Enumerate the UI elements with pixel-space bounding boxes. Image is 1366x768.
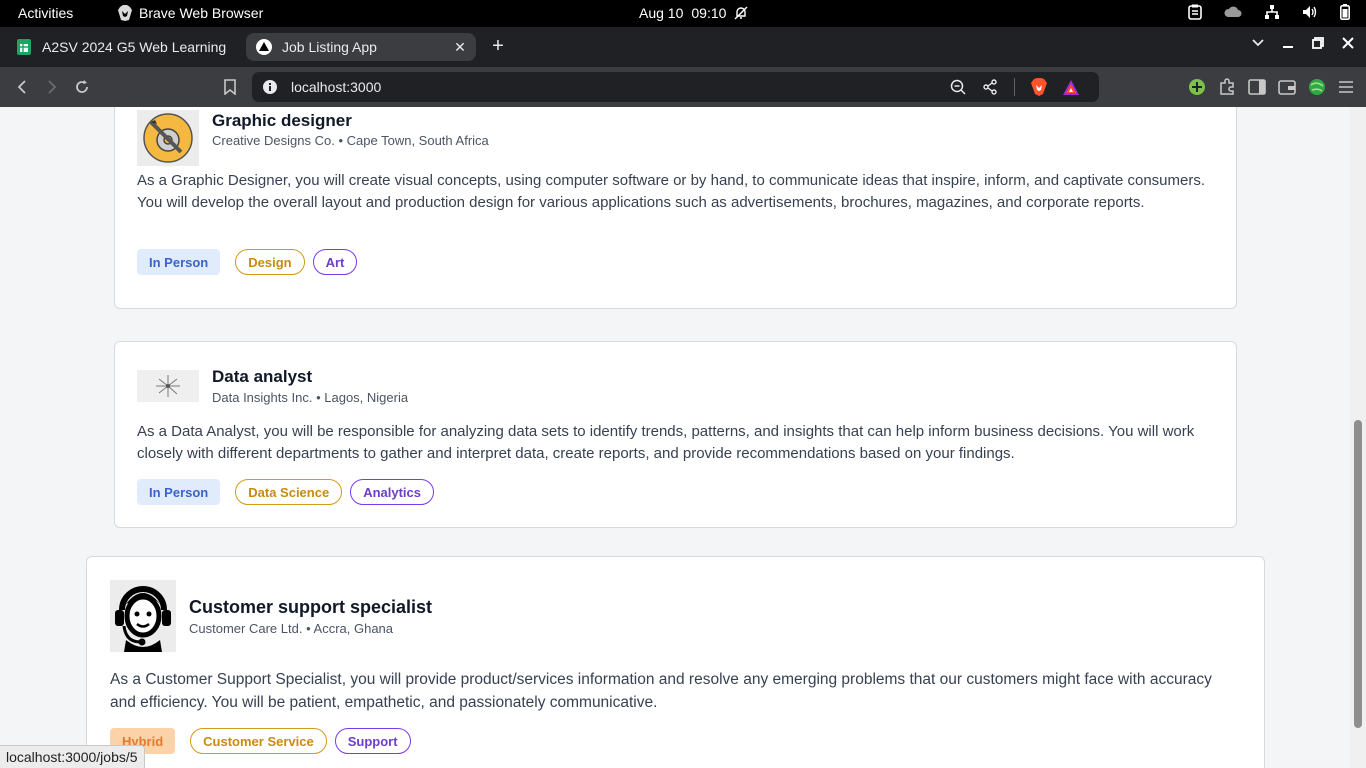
minimize-icon[interactable] — [1282, 37, 1294, 49]
tab-a2sv[interactable]: A2SV 2024 G5 Web Learning — [8, 33, 240, 61]
app-name: Brave Web Browser — [139, 5, 264, 21]
triangle-favicon-icon — [256, 39, 272, 55]
add-extension-icon[interactable] — [1188, 78, 1206, 96]
job-card-customer-support-specialist[interactable]: Customer support specialist Customer Car… — [86, 556, 1265, 768]
job-meta: Creative Designs Co. • Cape Town, South … — [212, 133, 489, 148]
url-text: localhost:3000 — [291, 79, 382, 95]
job-location: Lagos, Nigeria — [324, 390, 409, 405]
notifications-muted-icon — [734, 6, 748, 20]
category-tag: Design — [235, 249, 305, 275]
tab-strip: A2SV 2024 G5 Web Learning Job Listing Ap… — [0, 27, 1366, 67]
brave-rewards-icon[interactable] — [1063, 79, 1079, 95]
app-menu[interactable]: Brave Web Browser — [118, 5, 263, 21]
tab-title: A2SV 2024 G5 Web Learning — [42, 39, 227, 55]
job-meta: Customer Care Ltd. • Accra, Ghana — [189, 621, 393, 636]
back-button[interactable] — [12, 77, 32, 97]
category-tag: Customer Service — [190, 728, 327, 754]
window-controls — [1252, 37, 1354, 49]
bookmark-icon — [224, 79, 236, 95]
job-card-graphic-designer[interactable]: Graphic designer Creative Designs Co. • … — [114, 107, 1237, 309]
tab-title: Job Listing App — [282, 39, 377, 55]
battery-icon — [1340, 4, 1350, 20]
menu-icon[interactable] — [1338, 80, 1354, 94]
activities-button[interactable]: Activities — [18, 5, 73, 21]
link-status-bubble: localhost:3000/jobs/5 — [0, 745, 145, 768]
tab-search-chevron-icon[interactable] — [1252, 39, 1264, 47]
meta-separator: • — [306, 621, 311, 636]
work-mode-badge: In Person — [137, 249, 221, 275]
maximize-icon[interactable] — [1312, 37, 1324, 49]
omnibox-divider — [1014, 78, 1015, 96]
zoom-out-icon[interactable] — [950, 79, 966, 95]
close-window-icon[interactable] — [1342, 37, 1354, 49]
brave-shields-icon[interactable] — [1031, 78, 1047, 96]
clock-time: 09:10 — [691, 5, 727, 21]
wallet-icon[interactable] — [1278, 79, 1296, 95]
volume-icon — [1303, 6, 1317, 18]
reload-button[interactable] — [72, 77, 92, 97]
job-description: As a Graphic Designer, you will create v… — [137, 172, 1206, 211]
category-tag: Analytics — [350, 479, 434, 505]
job-tags: In Person Data Science Analytics — [137, 479, 434, 505]
vpn-globe-icon[interactable] — [1308, 78, 1326, 96]
address-bar[interactable]: localhost:3000 — [252, 72, 1099, 102]
meta-separator: • — [338, 133, 344, 148]
scrollbar-thumb[interactable] — [1354, 420, 1362, 728]
sheets-favicon-icon — [17, 39, 31, 55]
company-name: Data Insights Inc. — [212, 390, 313, 405]
company-name: Customer Care Ltd. — [189, 621, 303, 636]
category-tag: Art — [312, 249, 358, 275]
puzzle-extensions-icon[interactable] — [1218, 78, 1236, 96]
tab-job-listing-app[interactable]: Job Listing App ✕ — [246, 33, 476, 61]
meta-separator: • — [316, 390, 321, 405]
arrow-right-icon — [48, 80, 57, 94]
bookmark-button[interactable] — [220, 77, 240, 97]
job-title[interactable]: Data analyst — [212, 367, 312, 387]
site-info-icon[interactable] — [262, 79, 278, 95]
job-title[interactable]: Graphic designer — [212, 111, 352, 131]
brave-lion-icon — [118, 5, 132, 21]
browser-toolbar: localhost:3000 — [0, 67, 1366, 107]
clock[interactable]: Aug 10 09:10 — [639, 5, 748, 21]
job-tags: In Person Design Art — [137, 249, 358, 275]
clock-date: Aug 10 — [639, 5, 684, 21]
page-scrollbar[interactable] — [1350, 107, 1366, 768]
system-top-bar: Activities Brave Web Browser Aug 10 09:1… — [0, 0, 1366, 27]
job-title[interactable]: Customer support specialist — [189, 597, 432, 618]
arrow-left-icon — [17, 80, 26, 94]
gear-pencil-icon — [137, 110, 199, 166]
new-tab-button[interactable]: + — [488, 36, 508, 56]
work-mode-badge: In Person — [137, 479, 221, 505]
tab-close-icon[interactable]: ✕ — [452, 39, 468, 55]
job-card-data-analyst[interactable]: Data analyst Data Insights Inc. • Lagos,… — [114, 341, 1237, 528]
page-content: Graphic designer Creative Designs Co. • … — [0, 107, 1350, 768]
job-tags: Hybrid Customer Service Support — [110, 728, 411, 754]
share-icon[interactable] — [982, 79, 998, 95]
company-name: Creative Designs Co. — [212, 133, 335, 148]
extensions-area — [1188, 78, 1354, 96]
job-meta: Data Insights Inc. • Lagos, Nigeria — [212, 390, 408, 405]
category-tag: Data Science — [235, 479, 343, 505]
forward-button[interactable] — [42, 77, 62, 97]
clipboard-icon — [1188, 4, 1202, 20]
cloud-icon — [1224, 6, 1242, 17]
job-location: Accra, Ghana — [313, 621, 394, 636]
job-description: As a Customer Support Specialist, you wi… — [110, 671, 1212, 711]
job-description: As a Data Analyst, you will be responsib… — [137, 423, 1195, 462]
network-wired-icon — [1265, 5, 1279, 19]
sidebar-toggle-icon[interactable] — [1248, 79, 1266, 95]
system-tray[interactable] — [1188, 4, 1350, 20]
headset-agent-icon — [110, 580, 176, 652]
network-node-icon — [137, 370, 199, 402]
job-location: Cape Town, South Africa — [346, 133, 489, 148]
reload-icon — [76, 80, 88, 93]
category-tag: Support — [334, 728, 411, 754]
